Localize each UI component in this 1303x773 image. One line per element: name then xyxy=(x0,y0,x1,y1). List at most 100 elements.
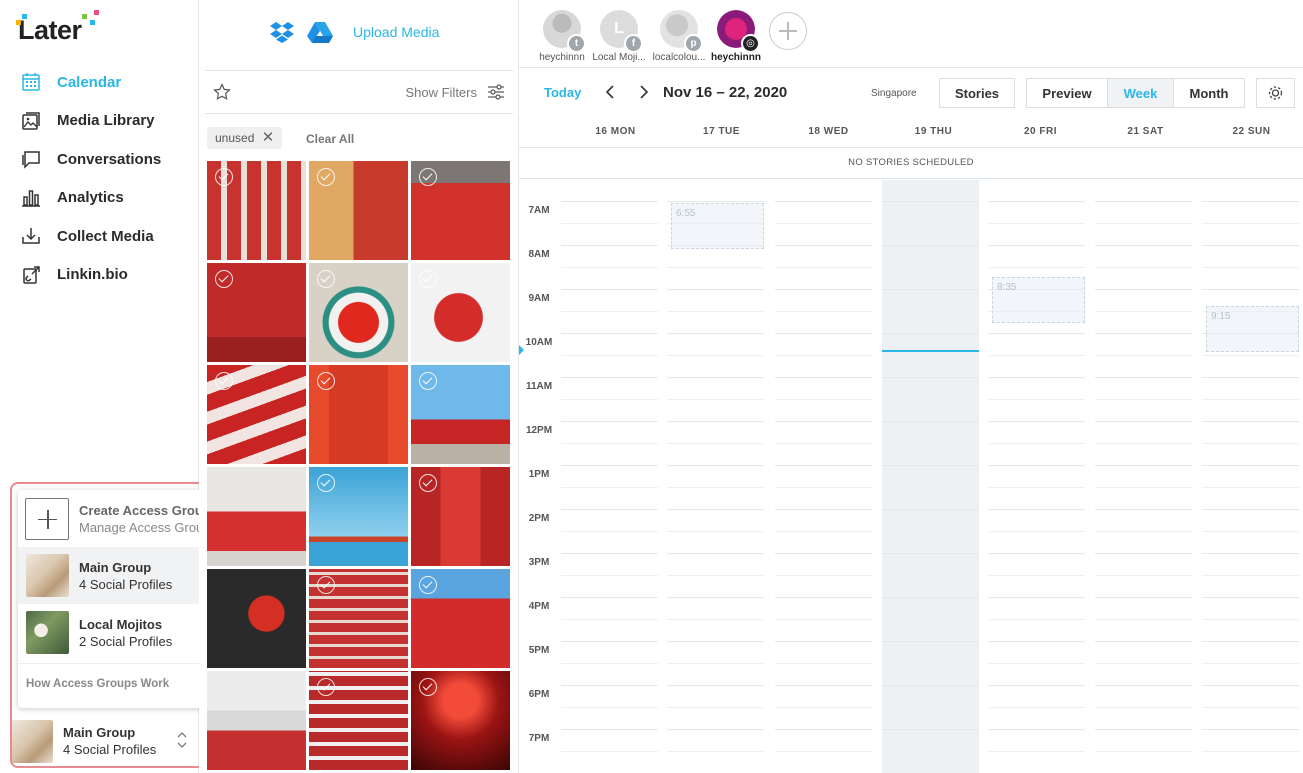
media-tile[interactable] xyxy=(411,569,510,668)
upload-media-button[interactable]: Upload Media xyxy=(353,24,439,40)
check-circle-icon[interactable] xyxy=(317,576,335,594)
chevron-right-icon[interactable] xyxy=(636,84,650,100)
check-circle-icon[interactable] xyxy=(215,168,233,186)
time-slot-line xyxy=(1095,751,1192,752)
suggested-time-slot[interactable]: 6:55 xyxy=(671,203,764,250)
dropbox-icon[interactable] xyxy=(269,21,295,43)
stories-row: NO STORIES SCHEDULED xyxy=(519,149,1303,179)
check-circle-icon[interactable] xyxy=(419,576,437,594)
media-tile[interactable] xyxy=(411,161,510,260)
suggested-time-slot[interactable]: 9:15 xyxy=(1206,306,1299,352)
profile-heychinnn-instagram[interactable]: ◎ heychinnn xyxy=(701,10,771,63)
conversations-icon xyxy=(22,151,40,170)
media-tile[interactable] xyxy=(207,161,306,260)
media-tile[interactable] xyxy=(207,569,306,668)
time-slot-line xyxy=(988,619,1085,620)
time-slot-line xyxy=(1202,289,1299,290)
group-profile-count: 2 Social Profiles xyxy=(79,633,173,649)
media-tile[interactable] xyxy=(309,263,408,362)
time-slot-line xyxy=(1202,355,1299,356)
time-slot-line xyxy=(882,399,979,400)
chevron-left-icon[interactable] xyxy=(604,84,618,100)
nav-media-library[interactable]: Media Library xyxy=(0,102,199,141)
sliders-icon[interactable] xyxy=(487,83,505,101)
time-slot-line xyxy=(1202,553,1299,554)
check-circle-icon[interactable] xyxy=(419,270,437,288)
time-slot-line xyxy=(561,597,658,598)
month-view-button[interactable]: Month xyxy=(1173,78,1245,108)
media-tile[interactable] xyxy=(309,671,408,770)
star-icon[interactable] xyxy=(213,83,231,101)
filter-chip: unused ✕ xyxy=(207,127,283,149)
google-drive-icon[interactable] xyxy=(307,21,333,43)
media-tile[interactable] xyxy=(207,365,306,464)
nav-calendar[interactable]: Calendar xyxy=(0,63,199,102)
time-slot-line xyxy=(667,487,764,488)
check-circle-icon[interactable] xyxy=(419,474,437,492)
media-tile[interactable] xyxy=(207,467,306,566)
show-filters-button[interactable]: Show Filters xyxy=(405,85,477,100)
stories-button[interactable]: Stories xyxy=(939,78,1015,108)
time-slot-line xyxy=(667,751,764,752)
nav-linkin-bio[interactable]: Linkin.bio xyxy=(0,256,199,295)
check-circle-icon[interactable] xyxy=(215,270,233,288)
nav-collect-media[interactable]: Collect Media xyxy=(0,217,199,256)
timezone-label[interactable]: Singapore xyxy=(871,88,917,99)
media-tile[interactable] xyxy=(207,671,306,770)
gear-icon xyxy=(1268,86,1283,100)
media-tile[interactable] xyxy=(309,467,408,566)
later-logo[interactable]: Later xyxy=(16,10,99,46)
group-thumbnail xyxy=(26,554,69,597)
time-slot-line xyxy=(775,443,872,444)
check-circle-icon[interactable] xyxy=(317,474,335,492)
time-slot-line xyxy=(667,465,764,466)
media-tile[interactable] xyxy=(411,263,510,362)
time-slot-line xyxy=(988,267,1085,268)
today-button[interactable]: Today xyxy=(544,85,581,100)
time-slot-line xyxy=(1095,421,1192,422)
preview-view-button[interactable]: Preview xyxy=(1026,78,1108,108)
time-slot-line xyxy=(667,729,764,730)
media-tile[interactable] xyxy=(411,365,510,464)
media-tile[interactable] xyxy=(309,365,408,464)
check-circle-icon[interactable] xyxy=(317,372,335,390)
check-circle-icon[interactable] xyxy=(419,168,437,186)
time-slot-line xyxy=(1095,333,1192,334)
media-tile[interactable] xyxy=(309,569,408,668)
day-header: 18 WED xyxy=(808,126,849,137)
time-slot-line xyxy=(1202,223,1299,224)
time-slot-line xyxy=(1202,663,1299,664)
collect-media-icon xyxy=(22,228,40,244)
check-circle-icon[interactable] xyxy=(317,270,335,288)
time-slot-line xyxy=(667,553,764,554)
media-tile[interactable] xyxy=(411,467,510,566)
media-tile[interactable] xyxy=(309,161,408,260)
clear-all-button[interactable]: Clear All xyxy=(306,132,354,146)
time-slot-line xyxy=(988,421,1085,422)
time-slot-line xyxy=(1095,729,1192,730)
time-slot-line xyxy=(988,201,1085,202)
suggested-time-slot[interactable]: 8:35 xyxy=(992,276,1085,323)
check-circle-icon[interactable] xyxy=(419,372,437,390)
add-profile-button[interactable] xyxy=(769,12,807,50)
manage-access-groups-link[interactable]: Manage Access Groups xyxy=(79,520,217,535)
check-circle-icon[interactable] xyxy=(317,168,335,186)
close-icon[interactable]: ✕ xyxy=(262,127,275,149)
settings-button[interactable] xyxy=(1256,78,1295,108)
time-slot-line xyxy=(882,223,979,224)
check-circle-icon[interactable] xyxy=(419,678,437,696)
time-slot-line xyxy=(1202,421,1299,422)
check-circle-icon[interactable] xyxy=(317,678,335,696)
time-slot-line xyxy=(561,201,658,202)
time-slot-line xyxy=(667,509,764,510)
avatar: ◎ xyxy=(717,10,760,53)
check-circle-icon[interactable] xyxy=(215,372,233,390)
time-slot-line xyxy=(882,663,979,664)
media-tile[interactable] xyxy=(207,263,306,362)
nav-conversations[interactable]: Conversations xyxy=(0,140,199,179)
time-slot-line xyxy=(988,333,1085,334)
media-tile[interactable] xyxy=(411,671,510,770)
nav-analytics[interactable]: Analytics xyxy=(0,179,199,218)
time-slot-line xyxy=(988,641,1085,642)
week-view-button[interactable]: Week xyxy=(1107,78,1174,108)
